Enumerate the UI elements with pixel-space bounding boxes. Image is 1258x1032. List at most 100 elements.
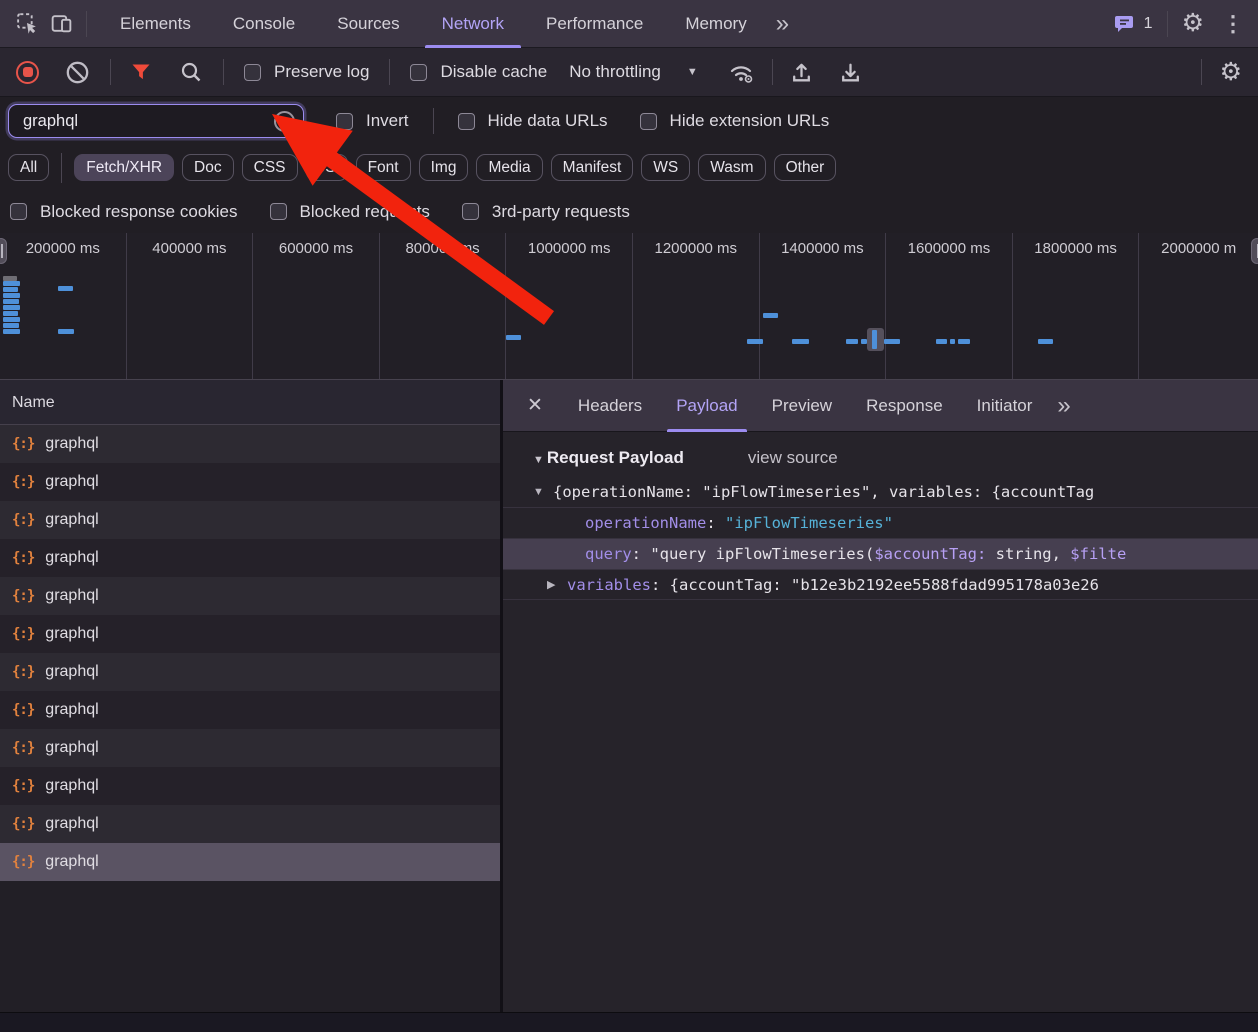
tab-sources[interactable]: Sources xyxy=(316,0,420,48)
filter-text-field[interactable] xyxy=(21,111,274,132)
payload-row[interactable]: query: "query ipFlowTimeseries($accountT… xyxy=(503,538,1258,569)
network-bar xyxy=(58,329,74,334)
more-detail-tabs-icon[interactable]: » xyxy=(1049,380,1078,432)
payload-row[interactable]: ▶variables: {accountTag: "b12e3b2192ee55… xyxy=(503,569,1258,600)
chip-fetch-xhr[interactable]: Fetch/XHR xyxy=(74,154,174,181)
overview-right-handle[interactable] xyxy=(1251,238,1258,264)
chip-img[interactable]: Img xyxy=(419,154,469,181)
tab-console[interactable]: Console xyxy=(212,0,316,48)
chip-font[interactable]: Font xyxy=(356,154,411,181)
detail-tab-initiator[interactable]: Initiator xyxy=(960,380,1050,432)
more-panels-icon[interactable]: » xyxy=(768,0,797,48)
request-row[interactable]: {:}graphql xyxy=(0,805,500,843)
detail-tab-payload[interactable]: Payload xyxy=(659,380,754,432)
checkbox-box[interactable] xyxy=(640,113,657,130)
filter-funnel-icon[interactable] xyxy=(129,60,153,84)
request-row[interactable]: {:}graphql xyxy=(0,539,500,577)
timeline-tick: 800000 ms xyxy=(380,233,507,379)
overview-left-handle[interactable] xyxy=(0,238,7,264)
request-name: graphql xyxy=(45,435,98,453)
request-row[interactable]: {:}graphql xyxy=(0,653,500,691)
throttling-select[interactable]: No throttling ▼ xyxy=(569,62,698,82)
request-name: graphql xyxy=(45,587,98,605)
payload-row[interactable]: ▼{operationName: "ipFlowTimeseries", var… xyxy=(503,476,1258,507)
chip-css[interactable]: CSS xyxy=(242,154,298,181)
invert-checkbox[interactable]: Invert xyxy=(336,111,409,131)
search-icon[interactable] xyxy=(179,60,203,84)
network-bar xyxy=(3,311,18,316)
preserve-log-checkbox[interactable]: Preserve log xyxy=(244,62,369,82)
issues-count[interactable]: 1 xyxy=(1144,15,1153,33)
tab-performance[interactable]: Performance xyxy=(525,0,664,48)
checkbox-box[interactable] xyxy=(10,203,27,220)
settings-gear-icon[interactable]: ⚙ xyxy=(1182,11,1204,36)
timeline-tick: 1200000 ms xyxy=(633,233,760,379)
tab-network[interactable]: Network xyxy=(421,0,525,48)
blocked-requests-checkbox[interactable]: Blocked requests xyxy=(270,202,430,222)
filter-input[interactable]: ✕ xyxy=(8,104,304,138)
device-toolbar-icon[interactable] xyxy=(44,7,78,41)
chip-manifest[interactable]: Manifest xyxy=(551,154,634,181)
detail-tab-headers[interactable]: Headers xyxy=(561,380,659,432)
chip-other[interactable]: Other xyxy=(774,154,837,181)
record-network-log-button[interactable] xyxy=(16,61,39,84)
network-bar xyxy=(763,313,778,318)
tab-memory[interactable]: Memory xyxy=(664,0,767,48)
hide-extension-urls-checkbox[interactable]: Hide extension URLs xyxy=(640,111,830,131)
import-har-icon[interactable] xyxy=(789,60,814,85)
request-row[interactable]: {:}graphql xyxy=(0,577,500,615)
view-source-link[interactable]: view source xyxy=(748,448,838,468)
network-conditions-icon[interactable] xyxy=(728,60,756,84)
clear-network-log-icon[interactable] xyxy=(65,60,90,85)
chip-doc[interactable]: Doc xyxy=(182,154,234,181)
request-row[interactable]: {:}graphql xyxy=(0,767,500,805)
disable-cache-checkbox[interactable]: Disable cache xyxy=(410,62,547,82)
request-name: graphql xyxy=(45,853,98,871)
payload-value: {operationName: "ipFlowTimeseries", vari… xyxy=(553,483,1094,501)
name-column-header[interactable]: Name xyxy=(0,380,500,425)
chip-js[interactable]: JS xyxy=(306,154,348,181)
checkbox-box[interactable] xyxy=(270,203,287,220)
request-row[interactable]: {:}graphql xyxy=(0,501,500,539)
expand-triangle-icon[interactable]: ▶ xyxy=(547,578,567,591)
bottom-strip xyxy=(0,1012,1258,1032)
network-settings-gear-icon[interactable]: ⚙ xyxy=(1220,60,1242,85)
request-payload-section-header[interactable]: ▼ Request Payload view source xyxy=(503,432,1258,476)
export-har-icon[interactable] xyxy=(838,60,863,85)
request-row[interactable]: {:}graphql xyxy=(0,425,500,463)
chip-wasm[interactable]: Wasm xyxy=(698,154,765,181)
kebab-menu-icon[interactable]: ⋮ xyxy=(1218,11,1248,37)
close-details-icon[interactable]: ✕ xyxy=(517,394,553,417)
request-name: graphql xyxy=(45,739,98,757)
request-row[interactable]: {:}graphql xyxy=(0,463,500,501)
checkbox-box[interactable] xyxy=(336,113,353,130)
detail-tab-preview[interactable]: Preview xyxy=(755,380,849,432)
blocked-response-cookies-checkbox[interactable]: Blocked response cookies xyxy=(10,202,238,222)
expand-triangle-icon[interactable]: ▼ xyxy=(533,486,553,498)
payload-value: $accountTag: xyxy=(874,545,986,563)
request-row[interactable]: {:}graphql xyxy=(0,615,500,653)
timeline-grid: 200000 ms400000 ms600000 ms800000 ms1000… xyxy=(0,233,1258,379)
hide-data-urls-checkbox[interactable]: Hide data URLs xyxy=(458,111,608,131)
dropdown-caret-icon: ▼ xyxy=(687,66,698,78)
chip-all[interactable]: All xyxy=(8,154,49,181)
tab-elements[interactable]: Elements xyxy=(99,0,212,48)
divider xyxy=(61,153,62,183)
checkbox-box[interactable] xyxy=(462,203,479,220)
checkbox-box[interactable] xyxy=(458,113,475,130)
detail-tab-response[interactable]: Response xyxy=(849,380,960,432)
3rd-party-requests-checkbox[interactable]: 3rd-party requests xyxy=(462,202,630,222)
request-row[interactable]: {:}graphql xyxy=(0,843,500,881)
clear-filter-icon[interactable]: ✕ xyxy=(274,111,295,132)
chip-media[interactable]: Media xyxy=(476,154,542,181)
request-row[interactable]: {:}graphql xyxy=(0,729,500,767)
chip-ws[interactable]: WS xyxy=(641,154,690,181)
timeline-tick: 1400000 ms xyxy=(760,233,887,379)
checkbox-box[interactable] xyxy=(244,64,261,81)
payload-row[interactable]: operationName: "ipFlowTimeseries" xyxy=(503,507,1258,538)
inspect-element-icon[interactable] xyxy=(10,7,44,41)
request-row[interactable]: {:}graphql xyxy=(0,691,500,729)
checkbox-box[interactable] xyxy=(410,64,427,81)
network-overview-timeline[interactable]: 200000 ms400000 ms600000 ms800000 ms1000… xyxy=(0,233,1258,380)
issues-message-icon[interactable] xyxy=(1114,14,1136,34)
